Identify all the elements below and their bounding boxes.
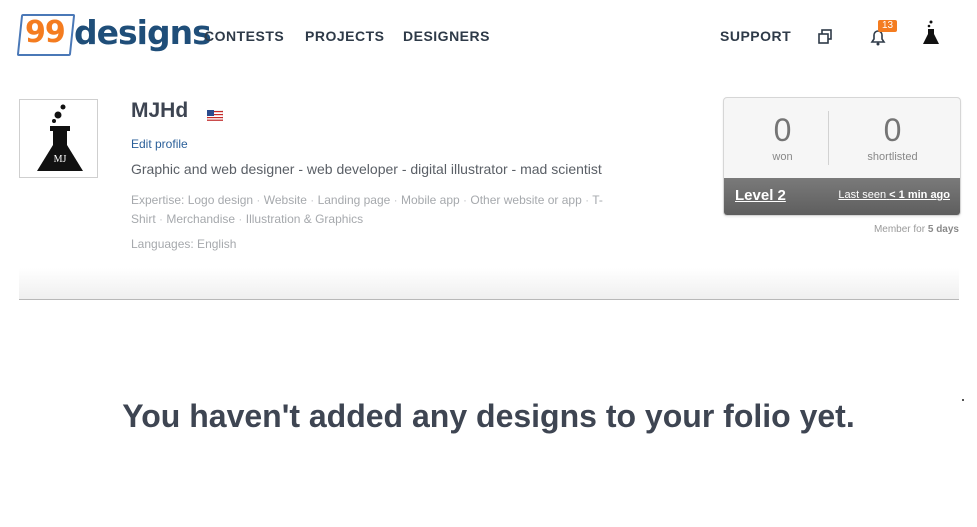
profile-tagline: Graphic and web designer - web developer… <box>131 161 602 177</box>
won-label: won <box>772 151 793 163</box>
99designs-logo[interactable]: 99 designs <box>16 11 212 56</box>
site-header: 99 designs CONTESTS PROJECTS DESIGNERS S… <box>0 0 977 70</box>
last-seen-prefix: Last seen <box>838 189 887 201</box>
expertise-label: Expertise: <box>131 193 185 207</box>
notification-count-badge: 13 <box>878 20 898 32</box>
stats-panel: 0 won 0 shortlisted Level 2 Last seen < … <box>723 97 961 216</box>
logo-word: designs <box>74 13 212 52</box>
nav-support[interactable]: SUPPORT <box>720 28 791 44</box>
empty-folio-message: You haven't added any designs to your fo… <box>122 398 855 434</box>
expertise-list: Expertise: Logo design · Website · Landi… <box>131 193 603 226</box>
us-flag-icon <box>206 108 224 122</box>
expertise-item[interactable]: Logo design <box>188 193 253 207</box>
shortlisted-stat: 0 shortlisted <box>834 98 951 163</box>
windows-icon[interactable] <box>815 26 837 48</box>
nav-designers[interactable]: DESIGNERS <box>403 28 490 44</box>
expertise-item[interactable]: Other website or app <box>470 193 581 207</box>
won-stat: 0 won <box>724 98 841 163</box>
section-divider <box>19 299 959 300</box>
shortlisted-value: 0 <box>883 112 902 148</box>
nav-contests[interactable]: CONTESTS <box>204 28 284 44</box>
profile-languages: Languages: English <box>131 237 237 251</box>
last-seen-value: < 1 min ago <box>889 189 950 201</box>
nav-projects[interactable]: PROJECTS <box>305 28 384 44</box>
stray-dot <box>962 399 964 401</box>
profile-avatar[interactable]: MJ <box>19 99 98 178</box>
svg-text:MJ: MJ <box>54 154 67 165</box>
won-value: 0 <box>773 112 792 148</box>
profile-name: MJHd <box>131 99 189 122</box>
expertise-item[interactable]: Website <box>264 193 307 207</box>
member-value: 5 days <box>927 224 959 235</box>
member-prefix: Member for <box>873 224 926 235</box>
logo-number: 99 <box>25 15 66 50</box>
expertise-item[interactable]: Mobile app <box>401 193 460 207</box>
level-bar: Level 2 Last seen < 1 min ago <box>724 178 960 215</box>
flask-avatar-icon[interactable] <box>920 20 942 44</box>
level-link[interactable]: Level 2 <box>735 187 786 204</box>
shortlisted-label: shortlisted <box>867 151 918 163</box>
member-duration: Member for 5 days <box>874 224 959 235</box>
stat-divider <box>828 111 829 165</box>
expertise-item[interactable]: Illustration & Graphics <box>246 212 363 226</box>
edit-profile-link[interactable]: Edit profile <box>131 137 188 151</box>
expertise-item[interactable]: Merchandise <box>166 212 235 226</box>
last-seen-link[interactable]: Last seen < 1 min ago <box>838 189 950 201</box>
expertise-item[interactable]: Landing page <box>318 193 391 207</box>
section-fade <box>19 268 959 299</box>
